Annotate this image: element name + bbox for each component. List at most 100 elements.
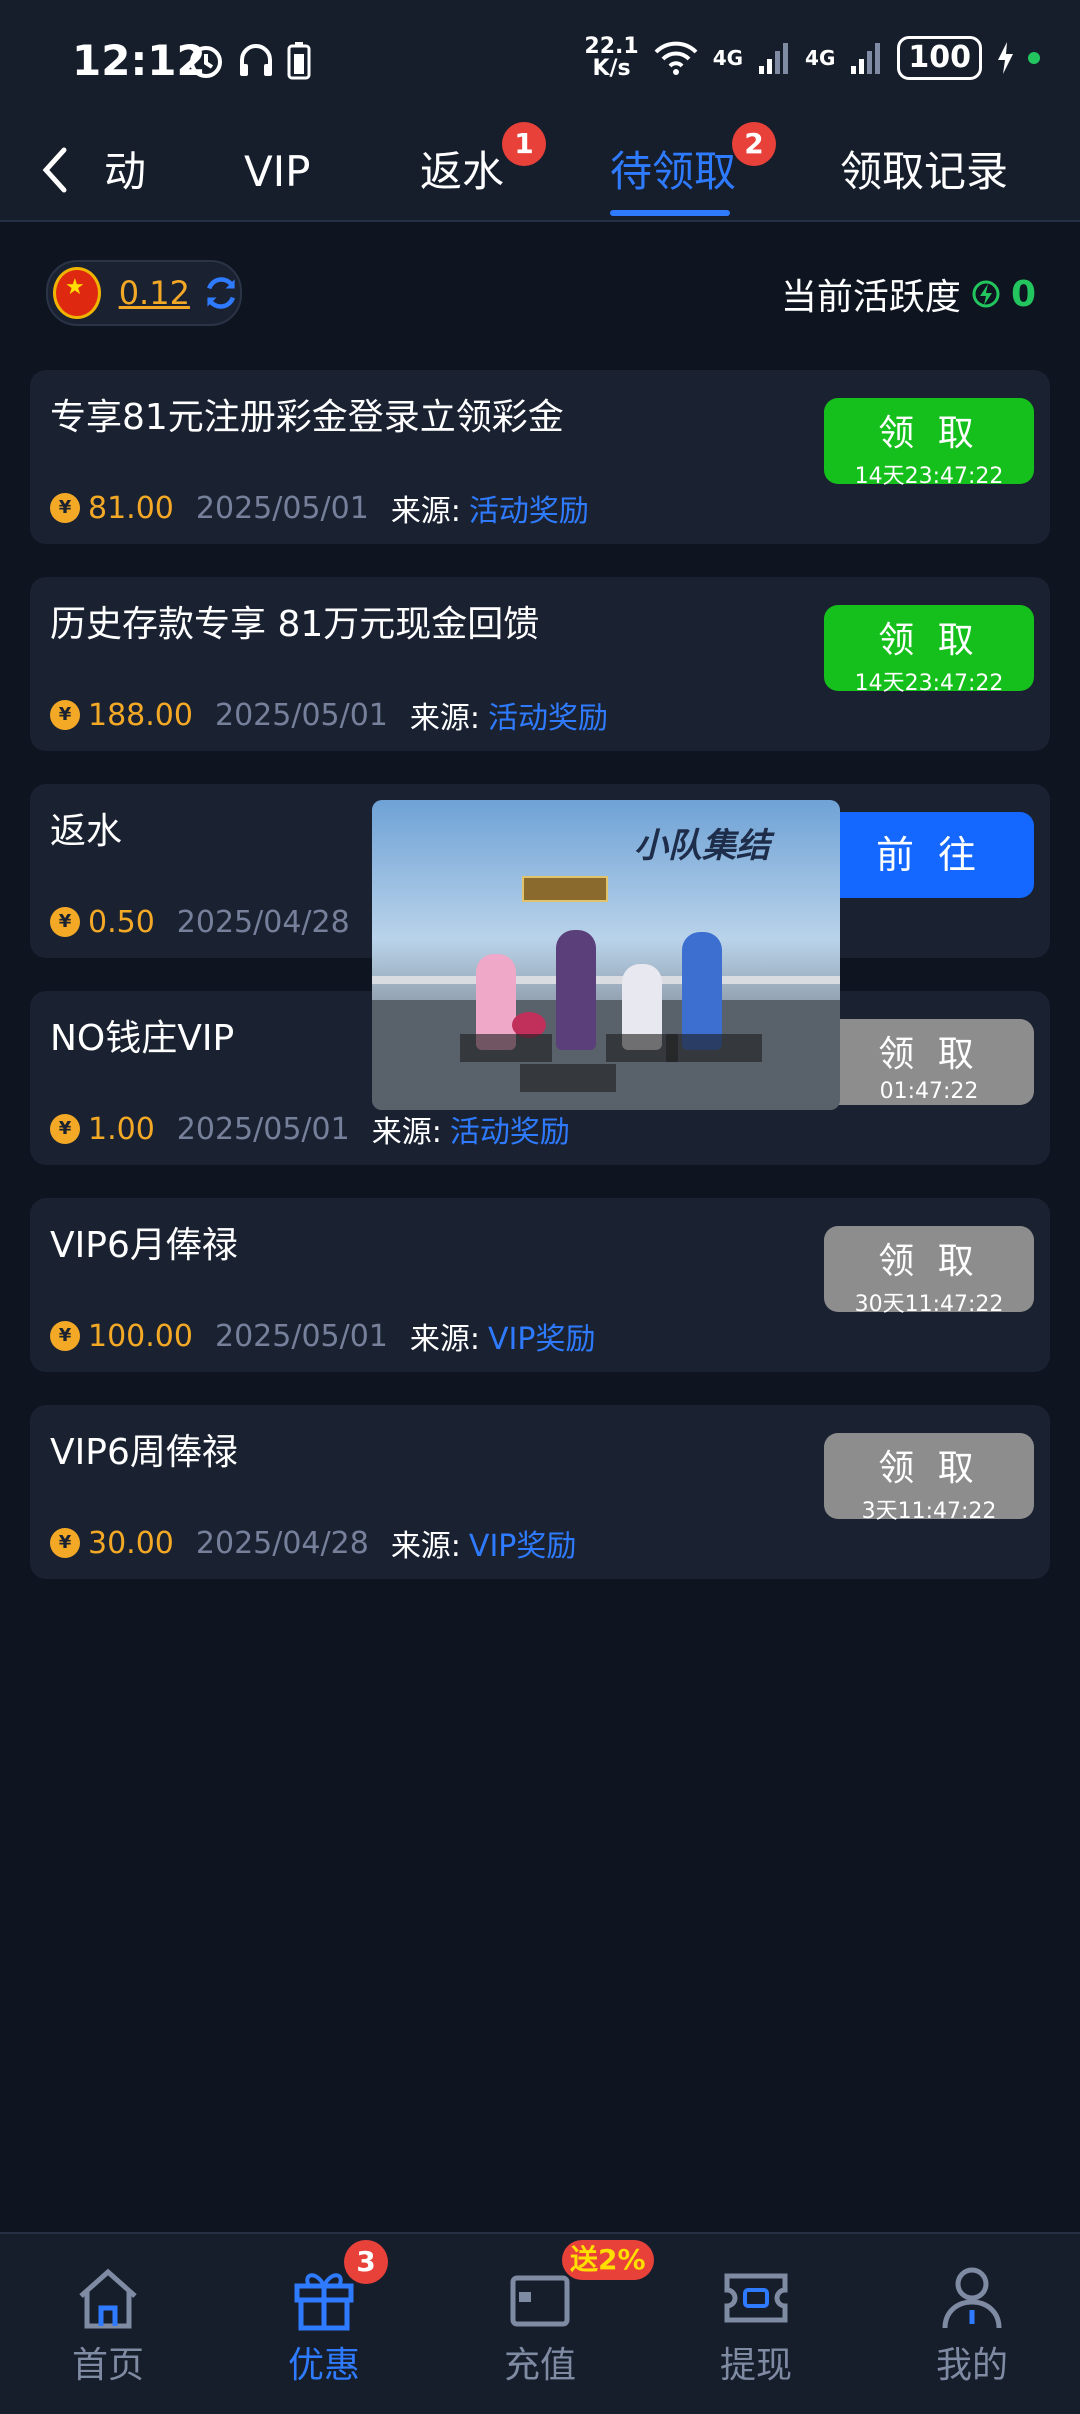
- nav-home[interactable]: 首页: [38, 2264, 178, 2388]
- claim-countdown: 14天23:47:22: [854, 671, 1004, 696]
- reward-date: 2025/05/01: [214, 697, 388, 733]
- video-banner: [522, 876, 608, 902]
- reward-amount: 30.00: [88, 1525, 174, 1561]
- network-type-1: 4G: [712, 46, 744, 70]
- alarm-icon: [190, 46, 222, 78]
- tab-label: 动: [104, 147, 147, 196]
- refresh-icon[interactable]: [202, 272, 240, 314]
- wallet-icon: [510, 2275, 570, 2327]
- reward-title: VIP6月俸禄: [50, 1225, 238, 1266]
- video-title: 小队集结: [634, 826, 770, 866]
- reward-card: 历史存款专享 81万元现金回馈 ¥ 188.00 2025/05/01 来源: …: [30, 577, 1050, 751]
- claim-countdown: 3天11:47:22: [861, 1499, 997, 1524]
- activity-value: 0: [1010, 273, 1036, 315]
- battery-saver-icon: [287, 42, 311, 80]
- source-label: 来源:: [390, 494, 461, 529]
- reward-amount: 1.00: [88, 1111, 155, 1147]
- claim-button-label: 领 取: [878, 620, 980, 661]
- character-figure: [682, 932, 722, 1050]
- go-button[interactable]: 前 往: [824, 812, 1034, 898]
- nav-withdraw[interactable]: 提现: [686, 2264, 826, 2388]
- reward-amount: 81.00: [88, 490, 174, 526]
- tab-label: 领取记录: [840, 147, 1009, 196]
- reward-title: 专享81元注册彩金登录立领彩金: [50, 397, 564, 438]
- nav-label: 提现: [719, 2345, 792, 2386]
- home-icon: [79, 2268, 137, 2329]
- reward-title: VIP6周俸禄: [50, 1432, 238, 1473]
- notification-dot: [1028, 52, 1040, 64]
- nav-deposit[interactable]: 充值: [470, 2264, 610, 2388]
- yuan-coin-icon: ¥: [50, 1114, 80, 1144]
- tab-vip[interactable]: VIP: [244, 142, 310, 202]
- claim-button[interactable]: 领 取 3天11:47:22: [824, 1433, 1034, 1524]
- claim-countdown: 30天11:47:22: [854, 1292, 1004, 1317]
- tab-label: 返水: [420, 147, 505, 196]
- charging-icon: [998, 42, 1013, 74]
- source-label: 来源:: [409, 701, 481, 736]
- claim-button[interactable]: 领 取 14天23:47:22: [824, 605, 1034, 696]
- reward-date: 2025/04/28: [195, 1525, 369, 1561]
- tab-label: 待领取: [610, 147, 737, 196]
- wifi-icon: [654, 41, 698, 75]
- source-value: 活动奖励: [468, 494, 589, 529]
- claim-button[interactable]: 领 取 14天23:47:22: [824, 398, 1034, 489]
- network-type-2: 4G: [805, 46, 836, 70]
- claim-button-label: 领 取: [878, 1448, 980, 1489]
- reward-date: 2025/05/01: [195, 490, 369, 526]
- back-arrow-icon[interactable]: [36, 142, 76, 198]
- activity-level: 当前活跃度 0: [781, 268, 1036, 320]
- reward-date: 2025/05/01: [176, 1111, 350, 1147]
- nav-label: 我的: [935, 2345, 1008, 2386]
- reward-date: 2025/05/01: [214, 1318, 388, 1354]
- reward-meta: ¥ 0.50 2025/04/28 来: [50, 900, 410, 944]
- character-figure: [556, 930, 596, 1050]
- balance-value[interactable]: 0.12: [119, 274, 190, 312]
- reward-title: 返水: [50, 811, 123, 852]
- china-flag-icon: [53, 267, 101, 319]
- reward-amount: 100.00: [88, 1318, 193, 1354]
- player-plate-2: [520, 1064, 616, 1092]
- yuan-coin-icon: ¥: [50, 700, 80, 730]
- reward-meta: ¥ 100.00 2025/05/01 来源: VIP奖励: [50, 1314, 595, 1358]
- source-label: 来源:: [409, 1322, 481, 1357]
- nav-label: 充值: [503, 2345, 576, 2386]
- reward-date: 2025/04/28: [176, 904, 350, 940]
- claim-button[interactable]: 领 取 30天11:47:22: [824, 1226, 1034, 1317]
- bottom-nav: 首页 优惠 3 充值 送2% 提现 我的: [0, 2232, 1080, 2414]
- status-left-icons: [186, 40, 312, 80]
- signal-icon: [759, 43, 789, 74]
- net-speed: 22.1 K/s: [584, 36, 638, 80]
- source-label: 来源:: [390, 1529, 461, 1564]
- nav-profile[interactable]: 我的: [902, 2264, 1042, 2388]
- source-value: 活动奖励: [449, 1115, 570, 1150]
- net-speed-value: 22.1: [584, 34, 639, 59]
- claim-button-label: 领 取: [878, 1241, 980, 1282]
- active-tab-indicator: [610, 210, 730, 216]
- reward-title: NO钱庄VIP: [50, 1018, 235, 1059]
- tab-pending-claim[interactable]: 待领取: [610, 142, 736, 202]
- reward-title: 历史存款专享 81万元现金回馈: [50, 604, 540, 645]
- tab-activity[interactable]: 动: [104, 142, 146, 202]
- headphones-icon: [240, 44, 272, 76]
- balance-pill[interactable]: 0.12: [46, 260, 242, 326]
- source-value: VIP奖励: [468, 1529, 577, 1564]
- reward-meta: ¥ 188.00 2025/05/01 来源: 活动奖励: [50, 693, 608, 737]
- go-button-label: 前 往: [875, 833, 983, 877]
- tab-rebate[interactable]: 返水: [420, 142, 504, 202]
- floating-video-player[interactable]: 小队集结: [372, 800, 840, 1110]
- reward-card: VIP6月俸禄 ¥ 100.00 2025/05/01 来源: VIP奖励 领 …: [30, 1198, 1050, 1372]
- reward-meta: ¥ 81.00 2025/05/01 来源: 活动奖励: [50, 486, 589, 530]
- tab-claim-history[interactable]: 领取记录: [840, 142, 1008, 202]
- claim-button-label: 领 取: [878, 413, 980, 454]
- claim-countdown: 14天23:47:22: [854, 464, 1004, 489]
- user-icon: [942, 2267, 1002, 2329]
- reward-amount: 188.00: [88, 697, 193, 733]
- tab-bar: 动 VIP 返水 1 待领取 2 领取记录: [0, 120, 1080, 222]
- tab-rebate-badge: 1: [502, 122, 546, 166]
- reward-amount: 0.50: [88, 904, 155, 940]
- claim-button[interactable]: 领 取 01:47:22: [824, 1019, 1034, 1105]
- activity-bolt-icon: [972, 280, 1000, 308]
- source-value: 活动奖励: [488, 701, 609, 736]
- claim-countdown: 01:47:22: [879, 1079, 979, 1104]
- status-bar: 12:12 22.1 K/s 4G 4G 100: [0, 0, 1080, 120]
